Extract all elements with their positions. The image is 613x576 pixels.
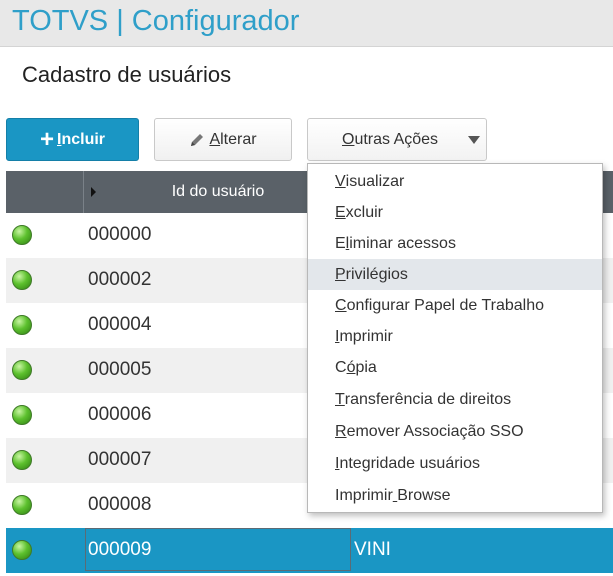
menu-item-text: isualizar (345, 172, 405, 190)
outras-label: utras Ações (354, 130, 439, 148)
menu-item-privilegios[interactable]: Privilégios (308, 259, 602, 290)
menu-item-accel: ó (346, 358, 356, 376)
alterar-button[interactable]: Alterar (154, 118, 292, 161)
menu-item-text: E (335, 234, 346, 252)
menu-item-text: Imprimir (335, 486, 393, 504)
menu-item-accel: C (335, 296, 347, 314)
menu-item-remover-associacao-sso[interactable]: Remover Associação SSO (308, 416, 602, 447)
cell-user-id: 000006 (88, 404, 152, 425)
outras-acoes-menu: Visualizar Excluir El iminar acessos Priv… (307, 163, 603, 513)
alterar-accel: A (209, 130, 221, 148)
menu-item-text: xcluir (345, 203, 384, 221)
status-green-icon (12, 315, 32, 335)
menu-item-accel: R (335, 422, 347, 440)
cell-user-id: 000000 (88, 224, 152, 245)
menu-item-text: Browse (397, 486, 451, 504)
status-green-icon (12, 540, 32, 560)
outras-acoes-button[interactable]: Outras Ações (307, 118, 487, 161)
menu-item-text: mprimir (339, 327, 393, 345)
menu-item-text: iminar acessos (349, 234, 456, 252)
menu-item-text: rivilégios (345, 265, 408, 283)
menu-item-visualizar[interactable]: Visualizar (308, 166, 602, 197)
column-header-status[interactable] (6, 171, 84, 213)
caret-down-icon (468, 136, 480, 144)
outras-accel: O (342, 130, 355, 148)
menu-item-accel: E (335, 203, 346, 221)
menu-item-accel: P (335, 265, 346, 283)
cell-user-id: 000007 (88, 449, 152, 470)
menu-item-text: ntegridade usuários (339, 454, 480, 472)
table-row-selected[interactable]: 000009 VINI (6, 528, 613, 573)
status-green-icon (12, 360, 32, 380)
cell-user-id: 000008 (88, 494, 152, 515)
alterar-label: lterar (220, 130, 257, 148)
menu-item-text: emover Associação SSO (346, 422, 524, 440)
menu-item-configurar-papel[interactable]: Configurar Papel de Trabalho (308, 290, 602, 321)
status-green-icon (12, 495, 32, 515)
page-title: Cadastro de usuários (22, 62, 232, 87)
status-green-icon (12, 450, 32, 470)
menu-item-transferencia-direitos[interactable]: Transferência de direitos (308, 384, 602, 415)
menu-item-accel: V (335, 172, 346, 190)
menu-item-accel: T (335, 390, 345, 408)
cell-user-name: VINI (354, 539, 391, 560)
pencil-icon (189, 132, 205, 148)
menu-item-excluir[interactable]: Excluir (308, 197, 602, 228)
cell-user-id: 000002 (88, 269, 152, 290)
menu-item-text: C (335, 358, 347, 376)
menu-item-imprimir[interactable]: Imprimir (308, 321, 602, 352)
plus-icon: + (39, 125, 54, 153)
menu-item-text: onfigurar Papel de Trabalho (346, 296, 545, 314)
status-green-icon (12, 225, 32, 245)
cell-user-id: 000004 (88, 314, 152, 335)
column-header-id-label: Id do usuário (171, 183, 265, 200)
menu-item-integridade-usuarios[interactable]: Integridade usuários (308, 448, 602, 479)
menu-item-eliminar-acessos[interactable]: El iminar acessos (308, 228, 602, 259)
cell-user-id: 000009 (88, 539, 152, 560)
cell-user-id: 000005 (88, 359, 152, 380)
app-header: TOTVS | Configurador (0, 0, 613, 47)
menu-item-text: pia (355, 358, 377, 376)
menu-item-imprimir-browse[interactable]: Imprimir Browse (308, 480, 602, 511)
app-title: TOTVS | Configurador (12, 5, 300, 37)
sort-indicator-icon (91, 187, 96, 197)
status-green-icon (12, 405, 32, 425)
incluir-label: ncluir (61, 130, 106, 148)
menu-item-text: ransferência de direitos (344, 390, 512, 408)
incluir-button[interactable]: + Incluir (6, 118, 139, 161)
status-green-icon (12, 270, 32, 290)
menu-item-copia[interactable]: Có pia (308, 352, 602, 383)
